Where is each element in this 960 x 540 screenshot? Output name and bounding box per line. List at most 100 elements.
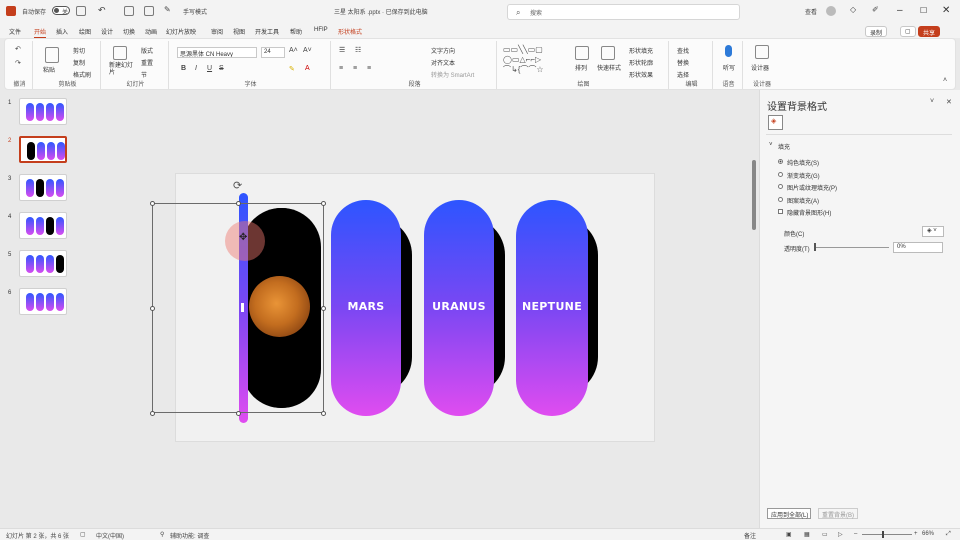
fill-section-chevron[interactable]: ˅ bbox=[769, 142, 773, 148]
picture-fill-radio[interactable] bbox=[778, 184, 783, 189]
card-3[interactable]: URANUS bbox=[424, 200, 494, 416]
italic-button[interactable]: I bbox=[195, 65, 197, 72]
undo-icon[interactable]: ↶ bbox=[98, 5, 106, 16]
slide-thumbnail[interactable] bbox=[19, 136, 67, 163]
quick-styles-button[interactable]: 快速样式 bbox=[597, 63, 621, 72]
tab-developer[interactable]: 开发工具 bbox=[255, 27, 279, 36]
font-size-select[interactable]: 24 bbox=[261, 47, 285, 58]
rotate-handle-icon[interactable]: ⟳ bbox=[233, 179, 242, 192]
card-2[interactable]: MARS bbox=[331, 200, 401, 416]
resize-handle[interactable] bbox=[150, 201, 155, 206]
arrange-button[interactable]: 排列 bbox=[575, 63, 587, 72]
minimize-icon[interactable]: – bbox=[897, 5, 903, 16]
close-icon[interactable]: ✕ bbox=[942, 5, 950, 16]
underline-button[interactable]: U bbox=[207, 65, 212, 72]
slide-thumbnail[interactable] bbox=[19, 174, 67, 201]
copy-button[interactable]: 复制 bbox=[73, 58, 85, 67]
spellcheck-icon[interactable]: ▢ bbox=[80, 531, 86, 538]
pattern-fill-radio[interactable] bbox=[778, 197, 783, 202]
align-center-icon[interactable]: ≡ bbox=[353, 65, 357, 72]
hand-draw-label[interactable]: 手写模式 bbox=[183, 7, 207, 16]
font-name-select[interactable]: 思源黑体 CN Heavy bbox=[177, 47, 257, 58]
tab-review[interactable]: 审阅 bbox=[211, 27, 223, 36]
bold-button[interactable]: B bbox=[181, 65, 186, 72]
pen-tool-icon[interactable]: ✐ bbox=[872, 5, 879, 14]
user-name[interactable]: 查看 bbox=[805, 7, 817, 16]
format-painter-button[interactable]: 格式刷 bbox=[73, 70, 91, 79]
diamond-icon[interactable]: ◇ bbox=[850, 5, 856, 14]
card-4[interactable]: NEPTUNE bbox=[516, 200, 588, 416]
resize-handle[interactable] bbox=[321, 306, 326, 311]
notes-button[interactable]: 备注 bbox=[744, 531, 756, 540]
reset-button[interactable]: 重置 bbox=[141, 58, 153, 67]
paste-icon[interactable] bbox=[45, 47, 59, 63]
strike-button[interactable]: S bbox=[219, 65, 224, 72]
resize-handle[interactable] bbox=[150, 306, 155, 311]
share-button[interactable]: 共享 bbox=[918, 26, 941, 37]
avatar[interactable] bbox=[826, 6, 836, 16]
cut-button[interactable]: 剪切 bbox=[73, 46, 85, 55]
pen-icon[interactable]: ✎ bbox=[164, 5, 171, 14]
language-label[interactable]: 中文(中国) bbox=[96, 531, 124, 540]
record-button[interactable]: 录制 bbox=[865, 26, 888, 37]
picture-fill-label[interactable]: 图片或纹理填充(P) bbox=[787, 183, 837, 192]
smartart-button[interactable]: 转换为 SmartArt bbox=[431, 70, 474, 79]
section-button[interactable]: 节 bbox=[141, 70, 147, 79]
maximize-icon[interactable]: ☐ bbox=[920, 6, 927, 15]
normal-view-icon[interactable]: ▣ bbox=[786, 531, 792, 538]
microphone-icon[interactable] bbox=[725, 45, 732, 57]
zoom-out-icon[interactable]: – bbox=[854, 531, 857, 537]
transparency-slider-track[interactable] bbox=[815, 247, 889, 248]
highlight-icon[interactable]: ✎ bbox=[289, 65, 295, 73]
pane-options-icon[interactable]: ˅ bbox=[930, 98, 934, 105]
shape-icon[interactable] bbox=[144, 6, 154, 16]
transparency-slider-thumb[interactable] bbox=[814, 243, 816, 251]
redo-button[interactable]: ↷ bbox=[15, 59, 21, 67]
shape-effects-button[interactable]: 形状效果 bbox=[629, 70, 653, 79]
text-direction-button[interactable]: 文字方向 bbox=[431, 46, 455, 55]
apply-all-button[interactable]: 应用到全部(L) bbox=[767, 508, 811, 519]
new-slide-button[interactable]: 新建幻灯片 bbox=[109, 63, 133, 77]
align-text-button[interactable]: 对齐文本 bbox=[431, 58, 455, 67]
shapes-gallery[interactable]: ▭▭╲╲▭▢ ◯▭△⌐⌐▷ ⌒↳{⌒⌒☆ bbox=[503, 45, 561, 77]
layout-button[interactable]: 版式 bbox=[141, 46, 153, 55]
comment-button[interactable]: ▢ bbox=[900, 26, 916, 37]
search-input[interactable]: 搜索 bbox=[530, 8, 542, 17]
zoom-in-icon[interactable]: + bbox=[914, 531, 918, 537]
tab-hfip[interactable]: HFIP bbox=[314, 27, 328, 33]
accessibility-label[interactable]: 辅助功能: 调查 bbox=[170, 531, 209, 540]
dictate-button[interactable]: 听写 bbox=[723, 63, 735, 72]
tab-home[interactable]: 开始 bbox=[34, 27, 47, 38]
solid-fill-label[interactable]: 纯色填充(S) bbox=[787, 158, 819, 167]
reading-view-icon[interactable]: ▭ bbox=[822, 531, 828, 538]
zoom-level[interactable]: 66% bbox=[922, 531, 934, 537]
replace-button[interactable]: 替换 bbox=[677, 58, 689, 67]
fit-slide-icon[interactable]: ⤢ bbox=[946, 531, 951, 538]
fill-section-title[interactable]: 填充 bbox=[778, 142, 790, 151]
zoom-slider[interactable] bbox=[862, 534, 912, 535]
save-icon[interactable] bbox=[76, 6, 86, 16]
grow-font-icon[interactable]: A˄ bbox=[289, 47, 298, 54]
slide-counter[interactable]: 幻灯片 第 2 张，共 6 张 bbox=[6, 531, 69, 540]
pattern-fill-label[interactable]: 图案填充(A) bbox=[787, 196, 819, 205]
tab-transitions[interactable]: 切换 bbox=[123, 27, 135, 36]
arrange-icon[interactable] bbox=[575, 46, 589, 60]
slide-thumbnail[interactable] bbox=[19, 250, 67, 277]
slide-thumbnail[interactable] bbox=[19, 212, 67, 239]
zoom-slider-thumb[interactable] bbox=[882, 531, 884, 538]
tab-view[interactable]: 视图 bbox=[233, 27, 245, 36]
collapse-ribbon-icon[interactable]: ˄ bbox=[943, 77, 947, 84]
tab-animations[interactable]: 动画 bbox=[145, 27, 157, 36]
solid-fill-radio[interactable] bbox=[778, 159, 783, 164]
tab-slideshow[interactable]: 幻灯片放映 bbox=[166, 27, 196, 36]
align-right-icon[interactable]: ≡ bbox=[367, 65, 371, 72]
slide-thumbnail[interactable] bbox=[19, 98, 67, 125]
bullets-icon[interactable]: ☰ bbox=[339, 46, 345, 54]
numbering-icon[interactable]: ☷ bbox=[355, 46, 361, 54]
slideshow-view-icon[interactable]: ▷ bbox=[838, 531, 843, 538]
accessibility-icon[interactable]: ⚲ bbox=[160, 531, 164, 538]
align-left-icon[interactable]: ≡ bbox=[339, 65, 343, 72]
resize-handle[interactable] bbox=[321, 201, 326, 206]
resize-handle[interactable] bbox=[236, 411, 241, 416]
undo-button[interactable]: ↶ bbox=[15, 45, 21, 53]
